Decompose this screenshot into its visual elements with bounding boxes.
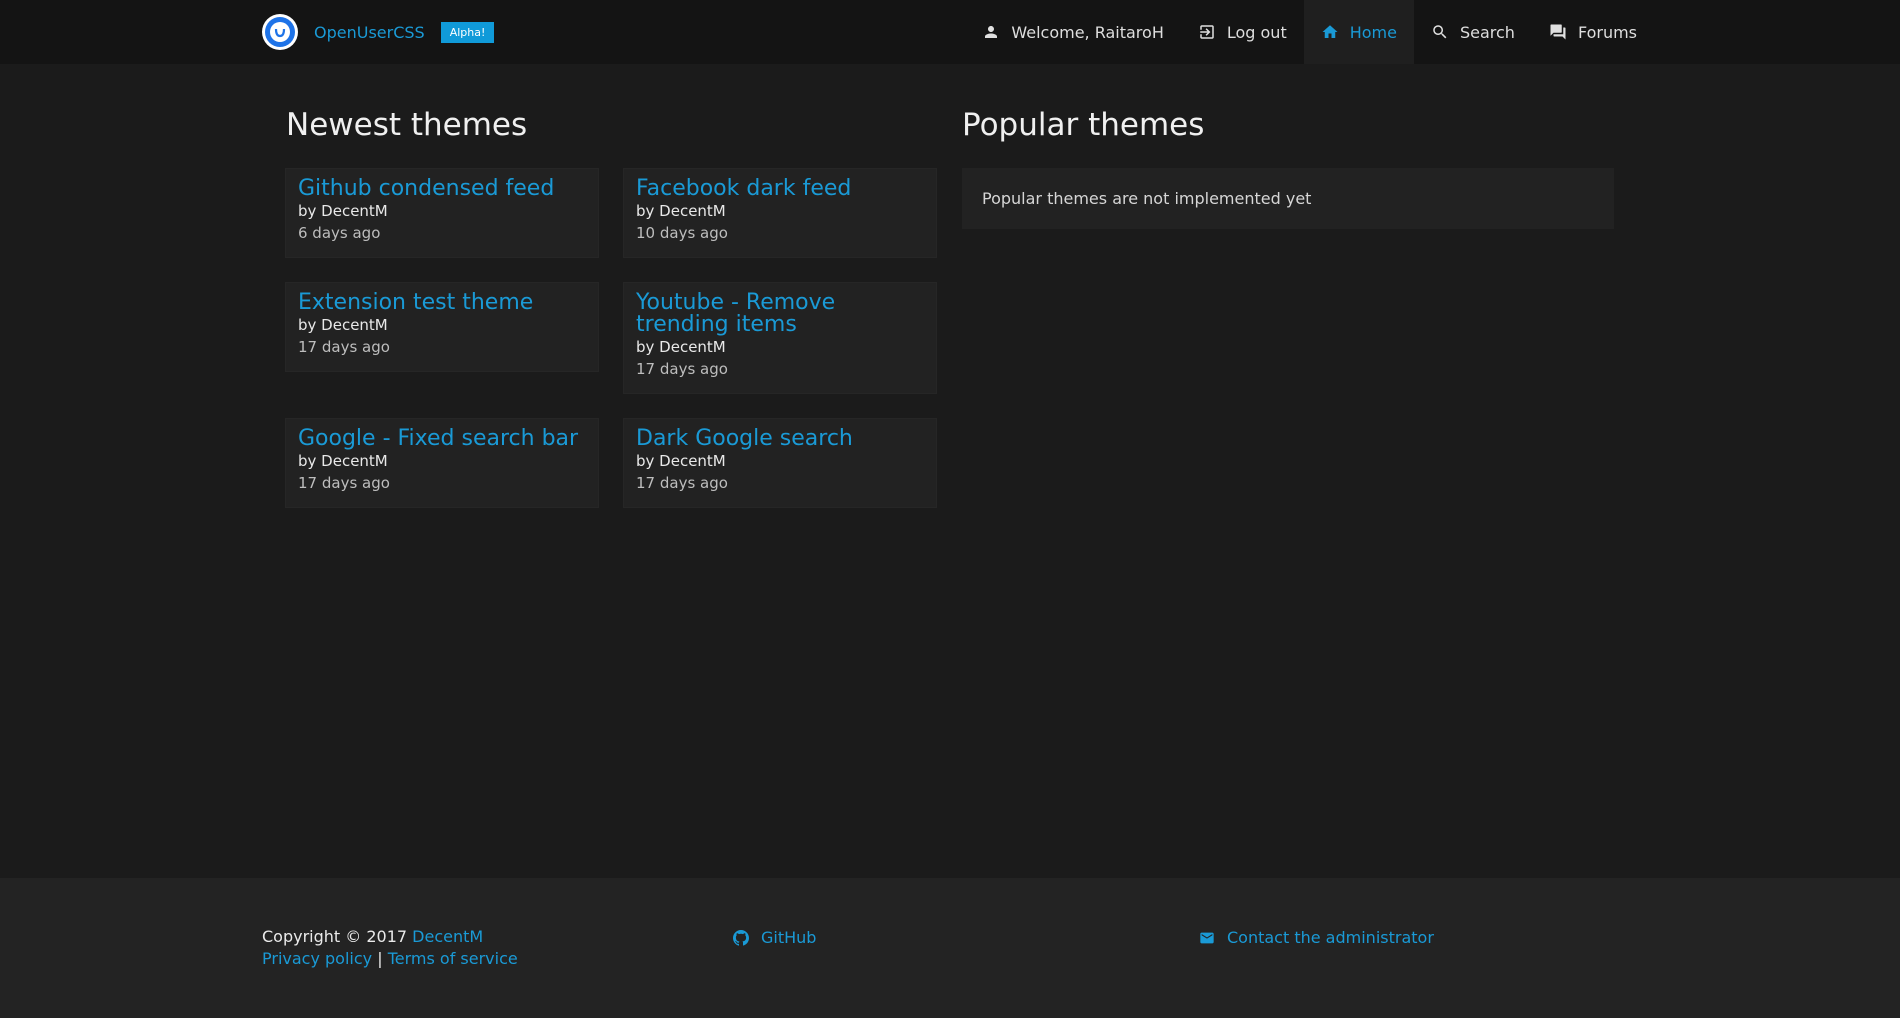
logout-icon — [1198, 23, 1216, 41]
nav-logout[interactable]: Log out — [1181, 0, 1304, 64]
nav-search[interactable]: Search — [1414, 0, 1532, 64]
theme-author: by DecentM — [636, 338, 726, 356]
theme-author: by DecentM — [298, 452, 388, 470]
forum-icon — [1549, 23, 1567, 41]
footer-copyright-block: Copyright © 2017 DecentM Privacy policy … — [262, 926, 518, 970]
footer-separator: | — [377, 949, 383, 968]
theme-card: Github condensed feed by DecentM 6 days … — [285, 168, 599, 258]
popular-themes-notice: Popular themes are not implemented yet — [962, 168, 1614, 229]
copyright-text: Copyright © 2017 — [262, 927, 408, 946]
theme-card: Google - Fixed search bar by DecentM 17 … — [285, 418, 599, 508]
footer: Copyright © 2017 DecentM Privacy policy … — [0, 878, 1900, 1018]
theme-date: 17 days ago — [298, 338, 390, 356]
author-link[interactable]: DecentM — [412, 927, 483, 946]
theme-title-link[interactable]: Facebook dark feed — [636, 178, 924, 200]
search-icon — [1431, 23, 1449, 41]
contact-admin-label: Contact the administrator — [1227, 928, 1434, 947]
theme-card: Youtube - Remove trending items by Decen… — [623, 282, 937, 394]
nav-home[interactable]: Home — [1303, 0, 1414, 64]
theme-card: Facebook dark feed by DecentM 10 days ag… — [623, 168, 937, 258]
main-nav: Welcome, RaitaroH Log out Home Search Fo… — [965, 0, 1654, 64]
nav-home-label: Home — [1349, 22, 1397, 42]
popular-themes-title: Popular themes — [962, 107, 1205, 143]
privacy-policy-link[interactable]: Privacy policy — [262, 949, 372, 968]
theme-card: Extension test theme by DecentM 17 days … — [285, 282, 599, 372]
theme-date: 17 days ago — [636, 360, 728, 378]
footer-contact-block: Contact the administrator — [1199, 927, 1434, 949]
nav-search-label: Search — [1459, 22, 1515, 42]
theme-date: 10 days ago — [636, 224, 728, 242]
top-navbar: OpenUserCSS Alpha! Welcome, RaitaroH Log… — [0, 0, 1900, 64]
contact-admin-link[interactable]: Contact the administrator — [1199, 927, 1434, 949]
theme-date: 17 days ago — [298, 474, 390, 492]
brand-name[interactable]: OpenUserCSS — [314, 23, 425, 42]
nav-logout-label: Log out — [1226, 22, 1287, 42]
theme-date: 17 days ago — [636, 474, 728, 492]
theme-title-link[interactable]: Extension test theme — [298, 292, 586, 314]
alpha-badge: Alpha! — [440, 21, 495, 43]
theme-title-link[interactable]: Youtube - Remove trending items — [636, 292, 924, 336]
nav-welcome-label: Welcome, RaitaroH — [1011, 22, 1164, 42]
theme-author: by DecentM — [636, 202, 726, 220]
newest-themes-title: Newest themes — [286, 107, 528, 143]
mail-icon — [1199, 930, 1215, 946]
user-icon — [982, 23, 1000, 41]
logo-icon[interactable] — [262, 14, 298, 50]
nav-welcome[interactable]: Welcome, RaitaroH — [965, 0, 1181, 64]
github-label: GitHub — [761, 928, 817, 947]
theme-author: by DecentM — [636, 452, 726, 470]
nav-forums-label: Forums — [1577, 22, 1637, 42]
terms-of-service-link[interactable]: Terms of service — [388, 949, 518, 968]
theme-title-link[interactable]: Google - Fixed search bar — [298, 428, 586, 450]
theme-date: 6 days ago — [298, 224, 381, 242]
theme-author: by DecentM — [298, 316, 388, 334]
theme-author: by DecentM — [298, 202, 388, 220]
brand[interactable]: OpenUserCSS Alpha! — [262, 14, 495, 50]
popular-themes-message: Popular themes are not implemented yet — [982, 189, 1312, 208]
theme-title-link[interactable]: Dark Google search — [636, 428, 924, 450]
theme-title-link[interactable]: Github condensed feed — [298, 178, 586, 200]
footer-github-block: GitHub — [733, 927, 816, 949]
home-icon — [1321, 23, 1339, 41]
github-link[interactable]: GitHub — [733, 927, 816, 949]
github-icon — [733, 930, 749, 946]
nav-forums[interactable]: Forums — [1532, 0, 1654, 64]
theme-card: Dark Google search by DecentM 17 days ag… — [623, 418, 937, 508]
